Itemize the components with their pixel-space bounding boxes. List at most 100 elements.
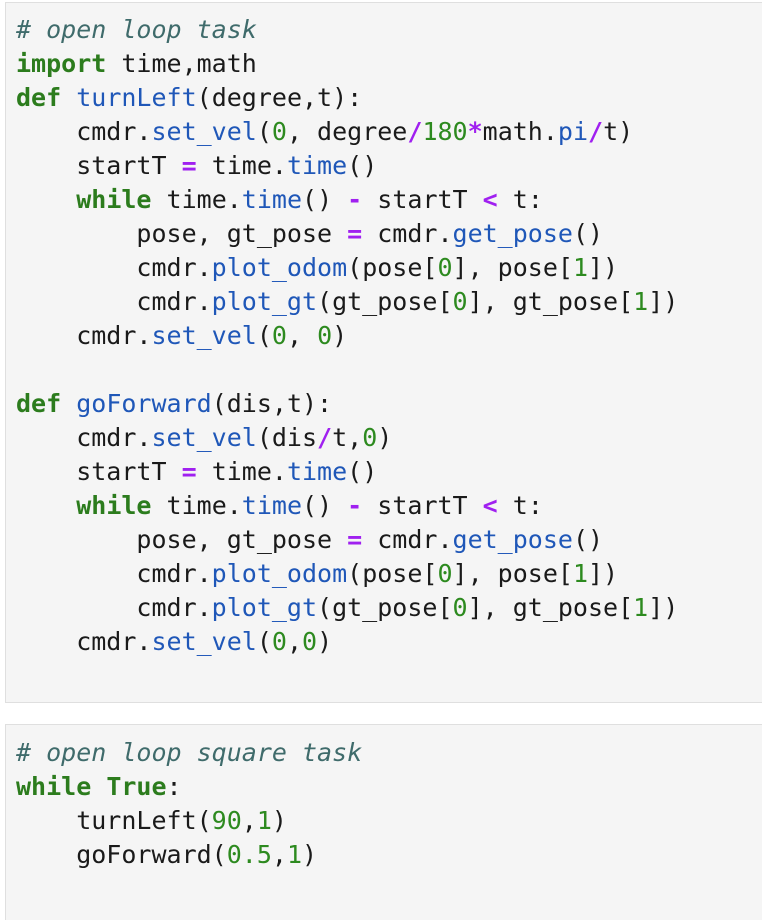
number-token: 0	[437, 253, 453, 282]
code-editor[interactable]: # open loop square task while True: turnL…	[16, 736, 362, 872]
attribute-token: time	[241, 185, 303, 214]
code-text: cmdr.	[16, 559, 212, 588]
code-text: ,	[286, 321, 318, 350]
operator-token: =	[181, 457, 197, 486]
code-text: time.	[151, 491, 242, 520]
code-text: cmdr.	[16, 423, 152, 452]
number-token: 1	[256, 806, 272, 835]
code-text: pose, gt_pose	[16, 219, 348, 248]
code-line: while time.time() - startT < t:	[16, 489, 678, 523]
code-text: ()	[302, 185, 348, 214]
code-text: (	[256, 117, 272, 146]
keyword-token: True	[106, 772, 167, 801]
code-text: ])	[648, 287, 679, 316]
operator-token: =	[181, 151, 197, 180]
code-text: goForward(	[16, 840, 227, 869]
attribute-token: time	[241, 491, 303, 520]
code-text: startT	[362, 491, 483, 520]
code-text: (	[256, 627, 272, 656]
attribute-token: set_vel	[151, 627, 257, 656]
attribute-token: time	[286, 151, 348, 180]
code-text: t:	[497, 491, 543, 520]
code-editor[interactable]: # open loop task import time,math def turn…	[16, 13, 678, 659]
code-text: , degree	[286, 117, 408, 146]
code-text: time.	[196, 457, 287, 486]
code-text: cmdr.	[362, 525, 453, 554]
number-token: 0.5	[226, 840, 272, 869]
number-token: 1	[286, 840, 302, 869]
keyword-token: while	[16, 772, 92, 801]
code-line: cmdr.plot_gt(gt_pose[0], gt_pose[1])	[16, 591, 678, 625]
keyword-token: import	[16, 49, 107, 78]
code-text: ,	[286, 627, 303, 656]
code-line: turnLeft(90,1)	[16, 804, 362, 838]
code-text: time.	[151, 185, 242, 214]
attribute-token: plot_odom	[211, 253, 348, 282]
function-name-token: goForward	[76, 389, 212, 418]
code-line: cmdr.set_vel(dis/t,0)	[16, 421, 678, 455]
operator-token: -	[347, 491, 363, 520]
code-line: cmdr.set_vel(0, degree/180*math.pi/t)	[16, 115, 678, 149]
code-text: (pose[	[347, 253, 438, 282]
number-token: 0	[362, 423, 378, 452]
function-name-token: turnLeft	[76, 83, 197, 112]
code-text: ], gt_pose[	[467, 287, 634, 316]
operator-token: =	[347, 525, 363, 554]
attribute-token: plot_odom	[211, 559, 348, 588]
number-token: 1	[633, 287, 649, 316]
operator-token: *	[467, 117, 483, 146]
code-text: time.	[196, 151, 287, 180]
number-token: 0	[452, 287, 468, 316]
number-token: 0	[317, 321, 333, 350]
code-text: startT	[362, 185, 483, 214]
code-text: t,	[332, 423, 363, 452]
code-line: cmdr.plot_gt(gt_pose[0], gt_pose[1])	[16, 285, 678, 319]
code-line: # open loop task	[16, 13, 678, 47]
attribute-token: plot_gt	[211, 287, 318, 316]
operator-token: -	[347, 185, 363, 214]
code-text: startT	[16, 151, 182, 180]
code-text: time,math	[106, 49, 257, 78]
number-token: 0	[437, 559, 453, 588]
code-cell-1[interactable]: # open loop task import time,math def turn…	[5, 2, 762, 703]
keyword-token: while	[76, 491, 152, 520]
code-text: ()	[347, 151, 378, 180]
code-line: import time,math	[16, 47, 678, 81]
code-text: cmdr.	[362, 219, 453, 248]
code-text: cmdr.	[16, 593, 212, 622]
code-text: )	[271, 806, 287, 835]
number-token: 1	[633, 593, 649, 622]
code-text: turnLeft(	[16, 806, 212, 835]
code-text: t:	[497, 185, 543, 214]
number-token: 0	[271, 627, 287, 656]
attribute-token: set_vel	[151, 423, 257, 452]
code-cell-2[interactable]: # open loop square task while True: turnL…	[5, 724, 762, 920]
code-text: )	[332, 321, 348, 350]
code-line: startT = time.time()	[16, 455, 678, 489]
code-text: ()	[347, 457, 378, 486]
code-text: )	[377, 423, 393, 452]
attribute-token: get_pose	[452, 525, 573, 554]
code-line: goForward(0.5,1)	[16, 838, 362, 872]
number-token: 1	[572, 559, 588, 588]
operator-token: <	[482, 185, 498, 214]
code-text: ], gt_pose[	[467, 593, 634, 622]
number-token: 0	[302, 627, 318, 656]
code-text: (dis	[256, 423, 318, 452]
code-line: while time.time() - startT < t:	[16, 183, 678, 217]
comment-token: # open loop task	[16, 15, 257, 44]
keyword-token: def	[16, 389, 62, 418]
code-line: pose, gt_pose = cmdr.get_pose()	[16, 217, 678, 251]
code-text: cmdr.	[16, 321, 152, 350]
code-text: (degree,t):	[196, 83, 363, 112]
code-line: def turnLeft(degree,t):	[16, 81, 678, 115]
attribute-token: set_vel	[151, 321, 257, 350]
code-text: ()	[302, 491, 348, 520]
code-text: (	[256, 321, 272, 350]
code-text: ()	[572, 525, 604, 554]
attribute-token: plot_gt	[211, 593, 318, 622]
